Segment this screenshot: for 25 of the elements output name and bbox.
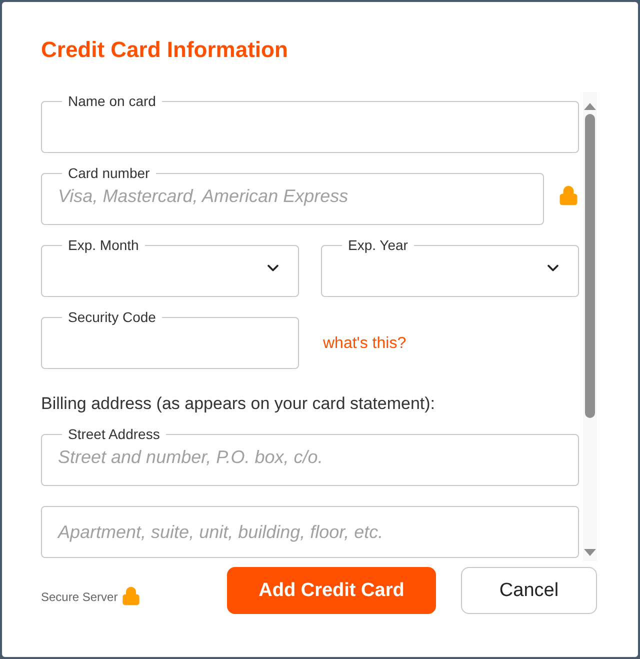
field-label: Street Address [67, 427, 161, 442]
text-field[interactable]: Security Code [41, 310, 299, 369]
lock-icon [120, 586, 141, 606]
lock-icon [558, 185, 579, 206]
field-label: Exp. Month [67, 238, 140, 253]
field-label: Exp. Year [347, 238, 409, 253]
placeholder-text: Street and number, P.O. box, c/o. [58, 446, 323, 469]
section-heading: Billing address (as appears on your card statement): [41, 394, 436, 414]
secure-server-note: Secure Server [41, 590, 118, 604]
cancel-button[interactable]: Cancel [461, 567, 597, 614]
select-field[interactable]: Exp. Year [321, 238, 579, 297]
field-label: Card number [67, 166, 151, 181]
placeholder-text: Visa, Mastercard, American Express [58, 185, 348, 208]
field-label: Security Code [67, 310, 157, 325]
field-label: Name on card [67, 94, 157, 109]
text-field[interactable]: Street Address Street and number, P.O. box, c/o. [41, 427, 579, 486]
text-field[interactable]: Card number Visa, Mastercard, American Express [41, 166, 544, 225]
scrollbar[interactable] [583, 92, 597, 561]
scroll-down-icon[interactable] [584, 549, 596, 557]
text-field[interactable]: Name on card [41, 94, 579, 153]
select-field[interactable]: Exp. Month [41, 238, 299, 297]
scrollbar-thumb[interactable] [585, 114, 595, 418]
placeholder-text: Apartment, suite, unit, building, floor, etc. [58, 521, 384, 544]
scroll-up-icon[interactable] [584, 102, 596, 110]
dialog-title: Credit Card Information [41, 36, 289, 64]
